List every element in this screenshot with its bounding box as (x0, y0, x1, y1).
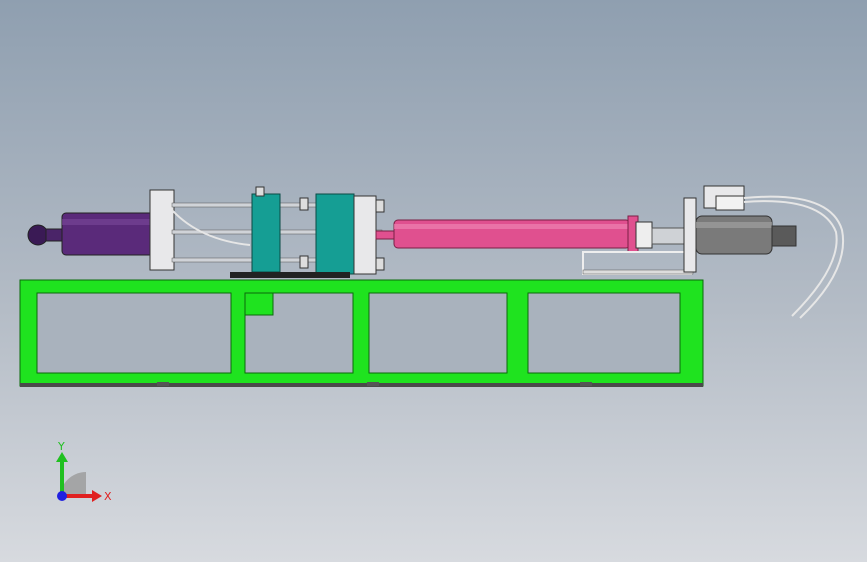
mold-moving-half[interactable] (251, 186, 309, 273)
ejector-plate (230, 272, 350, 278)
cad-viewport[interactable] (0, 0, 867, 562)
coordinate-triad: Y X (56, 440, 112, 503)
machine-base-frame[interactable] (19, 279, 704, 387)
x-axis-label: X (104, 490, 112, 503)
injection-barrel[interactable] (375, 215, 653, 253)
mold-fixed-half[interactable] (315, 193, 385, 275)
y-axis-label: Y (57, 440, 65, 453)
clamp-hydraulic-cylinder[interactable] (27, 189, 175, 271)
